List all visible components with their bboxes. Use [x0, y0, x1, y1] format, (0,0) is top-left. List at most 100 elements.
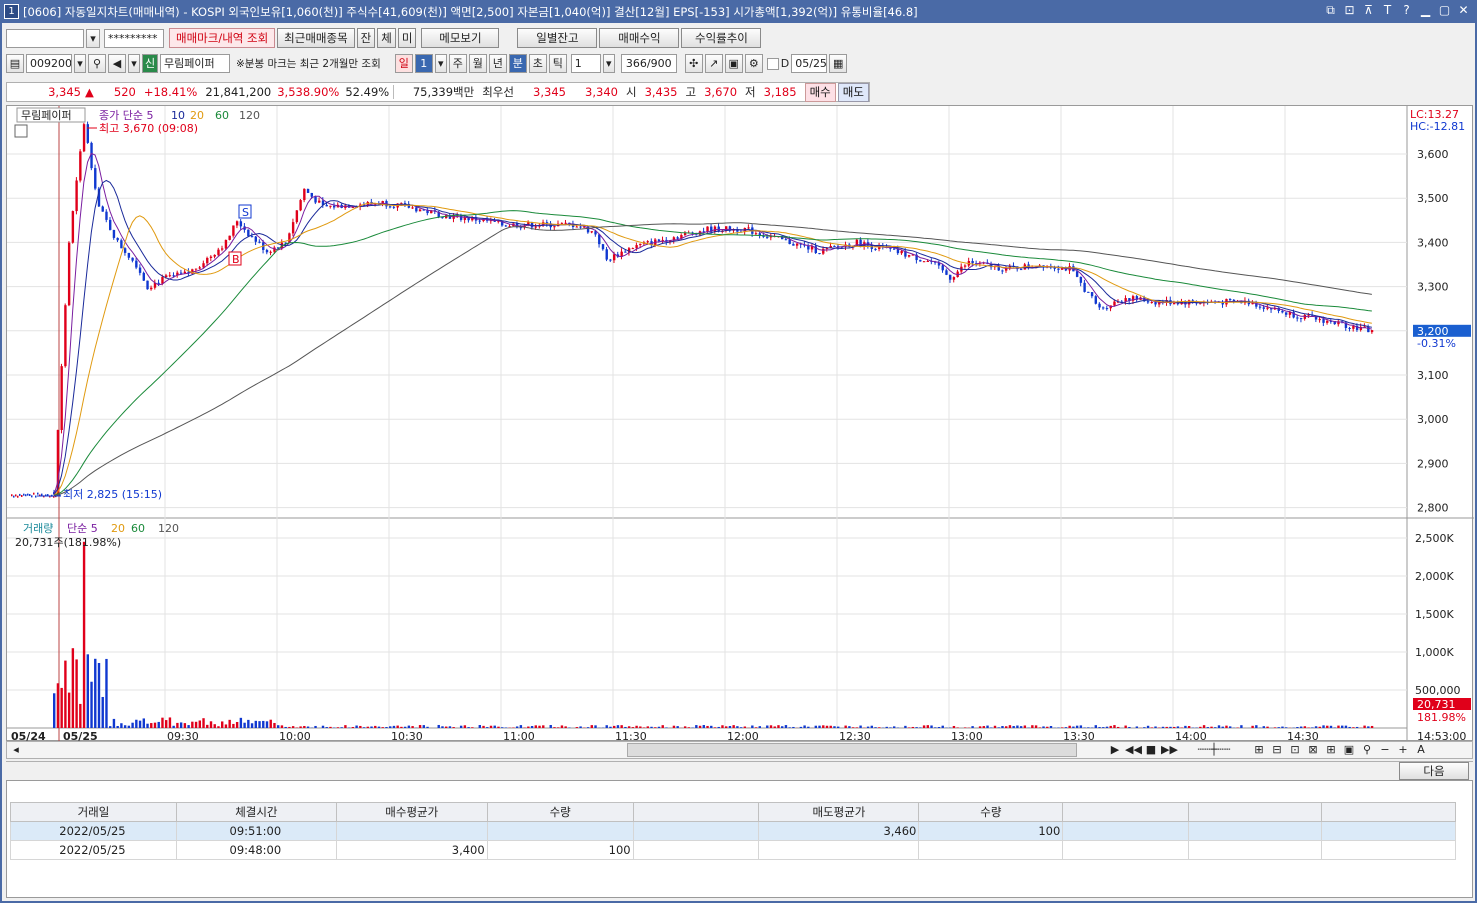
period-minute[interactable]: 분 [508, 54, 527, 73]
layout-e-icon[interactable]: ⊞ [1323, 742, 1339, 758]
period-second[interactable]: 초 [528, 54, 547, 73]
unfilled-tab[interactable]: 미 [397, 28, 417, 48]
chart-canvas[interactable]: 3,6003,5003,4003,3003,2003,1003,0002,900… [7, 106, 1474, 742]
play-icon[interactable]: ▶ [1107, 742, 1123, 758]
maximize-icon[interactable]: ▢ [1437, 2, 1452, 19]
column-header[interactable]: 거래일 [10, 802, 177, 822]
stock-code-input[interactable]: 009200 [26, 54, 72, 73]
candle [922, 261, 926, 263]
account-input[interactable] [6, 28, 84, 48]
text-tool-icon[interactable]: A [1413, 742, 1429, 758]
close-icon[interactable]: ✕ [1456, 2, 1471, 19]
restore-icon[interactable]: ⧉ [1323, 2, 1338, 19]
period-month[interactable]: 월 [468, 54, 487, 73]
volume-bar [743, 726, 747, 728]
layout-c-icon[interactable]: ⊡ [1287, 742, 1303, 758]
candle [224, 239, 228, 249]
window-id-badge[interactable]: 1 [4, 4, 19, 19]
code-dropdown-icon[interactable]: ▾ [74, 54, 86, 73]
candle [389, 206, 392, 208]
window-controls: ⧉ ⊡ ⊼ T? ▁ ▢ ✕ [1323, 2, 1471, 19]
column-header[interactable]: 체결시간 [175, 802, 337, 822]
volume-bar [866, 726, 870, 728]
column-header[interactable] [1188, 802, 1323, 822]
date-input[interactable]: 05/25 [791, 54, 828, 73]
trade-mark-query-tab[interactable]: 매매마크/내역 조회 [169, 28, 276, 48]
candle [1057, 268, 1060, 270]
crosshair-icon[interactable]: ✣ [684, 54, 703, 73]
period-day-count[interactable]: 1 [414, 54, 433, 73]
zoom-out-icon[interactable]: − [1377, 742, 1393, 758]
pin-icon[interactable]: ⊼ [1361, 2, 1376, 19]
sell-button[interactable]: 매도 [837, 82, 869, 102]
period-dropdown-icon[interactable]: ▾ [434, 54, 447, 73]
period-year[interactable]: 년 [488, 54, 507, 73]
candle [239, 221, 243, 227]
candle [788, 239, 791, 245]
memo-view-button[interactable]: 메모보기 [421, 28, 500, 48]
save-icon[interactable]: ▣ [724, 54, 743, 73]
account-dropdown-icon[interactable]: ▾ [86, 28, 100, 48]
layout-a-icon[interactable]: ⊞ [1251, 742, 1267, 758]
column-header[interactable] [1062, 802, 1190, 822]
table-row[interactable]: 2022/05/25 09:48:00 3,400 100 [10, 840, 1456, 860]
calendar-icon[interactable]: ▦ [829, 54, 848, 73]
interval-dropdown-icon[interactable]: ▾ [602, 54, 615, 73]
period-tick[interactable]: 틱 [548, 54, 567, 73]
volume-bar [1143, 727, 1146, 728]
buy-button[interactable]: 매수 [804, 82, 836, 102]
speaker-dropdown-icon[interactable]: ▾ [128, 54, 140, 73]
next-button[interactable]: 다음 [1399, 762, 1469, 780]
stop-icon[interactable]: ■ [1143, 742, 1159, 758]
layout-f-icon[interactable]: ▣ [1341, 742, 1357, 758]
help-icon[interactable]: ? [1399, 2, 1414, 19]
column-header[interactable]: 매도평균가 [758, 802, 920, 822]
trade-profit-button[interactable]: 매매수익 [599, 28, 680, 48]
scroll-left-icon[interactable]: ◂ [9, 743, 23, 757]
period-day[interactable]: 일 [394, 54, 413, 73]
table-row[interactable]: 2022/05/25 09:51:00 3,460 100 [10, 821, 1456, 841]
volume-pct: 3,538.90% [277, 85, 340, 99]
tile-icon[interactable]: ⊡ [1342, 2, 1357, 19]
forward-icon[interactable]: ▶▶ [1161, 742, 1178, 758]
chart-nav-tools: ▶ ◀◀ ■ ▶▶ ┄┄┼┄┄ ⊞ ⊟ ⊡ ⊠ ⊞ ▣ ⚲ − + A [1107, 742, 1429, 758]
column-header[interactable]: 매수평균가 [335, 802, 488, 822]
count-field[interactable]: 366/900 [620, 54, 677, 73]
zoom-search-icon[interactable]: ⚲ [1359, 742, 1375, 758]
column-header[interactable] [632, 802, 760, 822]
layout-icon[interactable]: ▤ [6, 54, 24, 73]
zoom-in-icon[interactable]: + [1395, 742, 1411, 758]
password-input[interactable]: ********* [104, 28, 164, 48]
rewind-icon[interactable]: ◀◀ [1125, 742, 1142, 758]
price-chart[interactable]: 3,6003,5003,4003,3003,2003,1003,0002,900… [6, 105, 1474, 742]
volume-bar [79, 703, 82, 728]
filled-tab[interactable]: 체 [377, 28, 396, 48]
minimize-icon[interactable]: ▁ [1418, 2, 1433, 19]
volume-bar [504, 727, 508, 728]
interval-input[interactable]: 1 [570, 54, 601, 73]
column-header[interactable] [1321, 802, 1456, 822]
draw-tool-icon[interactable]: ↗ [704, 54, 723, 73]
scroll-thumb[interactable] [627, 743, 1077, 757]
settings-gear-icon[interactable]: ⚙ [744, 54, 763, 73]
price-change-pct: +18.41% [143, 85, 198, 99]
layout-d-icon[interactable]: ⊠ [1305, 742, 1321, 758]
balance-tab[interactable]: 잔 [356, 28, 376, 48]
stock-name-field[interactable]: 무림페이퍼 [160, 54, 230, 73]
layout-b-icon[interactable]: ⊟ [1269, 742, 1285, 758]
recent-trades-tab[interactable]: 최근매매종목 [277, 28, 355, 48]
volume-bar [370, 726, 373, 728]
date-checkbox[interactable] [766, 57, 779, 70]
text-icon[interactable]: T [1380, 2, 1395, 19]
return-trend-button[interactable]: 수익률추이 [681, 28, 762, 48]
column-header[interactable]: 수량 [918, 802, 1064, 822]
daily-balance-button[interactable]: 일별잔고 [517, 28, 598, 48]
volume-ma-legend: 60 [131, 522, 145, 535]
period-week[interactable]: 주 [448, 54, 467, 73]
search-icon[interactable]: ⚲ [88, 54, 106, 73]
speaker-icon[interactable]: ◀ [108, 54, 126, 73]
volume-bar [564, 726, 567, 728]
column-header[interactable]: 수량 [486, 802, 634, 822]
volume-bar [859, 725, 862, 728]
zoom-slider[interactable]: ┄┄┼┄┄ [1179, 742, 1249, 758]
